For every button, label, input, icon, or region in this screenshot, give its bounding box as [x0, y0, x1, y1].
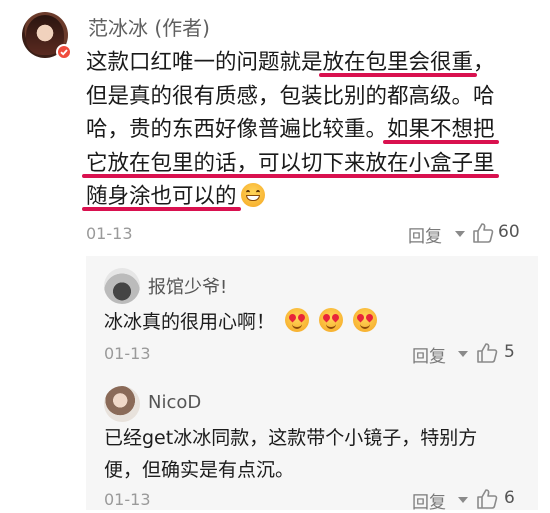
- comment-text-segment: ，: [473, 50, 495, 75]
- highlighted-text: 它放在包里的话，可以切下来放在小盒子里: [86, 150, 495, 176]
- author-name[interactable]: 范冰冰 (作者): [88, 12, 210, 41]
- highlight-underline: [82, 173, 499, 178]
- reply-text: 冰冰真的很用心啊！: [104, 306, 378, 338]
- comment-line: 但是真的很有质感，包装比别的都高级。哈: [86, 80, 538, 114]
- comment-text-segment: 哈，贵的东西好像普遍比较重。: [86, 117, 388, 142]
- comment-meta: 01-13 回复 60: [86, 222, 538, 248]
- like-icon[interactable]: [476, 342, 498, 364]
- highlighted-text: 随身涂也可以的: [86, 184, 237, 209]
- reply-avatar[interactable]: [104, 268, 140, 304]
- comment-text-segment: 但是真的很有质感，包装比别的都高级。哈: [86, 83, 495, 109]
- comment-body: 这款口红唯一的问题就是放在包里会很重， 但是真的很有质感，包装比别的都高级。哈 哈，…: [82, 46, 538, 214]
- verified-badge-icon: [56, 44, 72, 60]
- like-count: 5: [504, 342, 515, 362]
- like-count: 6: [504, 488, 515, 508]
- heart-eyes-emoji-icon: [353, 308, 378, 332]
- highlighted-text: 如果不想把: [387, 117, 495, 142]
- more-options-icon[interactable]: [455, 231, 465, 237]
- like-count: 60: [498, 222, 520, 242]
- comment-text-segment: 这款口红唯一的问题就是: [86, 50, 323, 75]
- grinning-face-emoji-icon: [240, 183, 265, 207]
- reply-date: 01-13: [104, 344, 151, 363]
- reply-button[interactable]: 回复: [412, 342, 446, 367]
- replies-section: 报馆少爷! 冰冰真的很用心啊！ 01-13 回复 5 NicoD 已经get冰冰…: [86, 256, 538, 513]
- heart-eyes-emoji-icon: [319, 308, 344, 332]
- reply-author[interactable]: NicoD: [148, 392, 201, 413]
- more-options-icon[interactable]: [458, 497, 468, 503]
- reply-button[interactable]: 回复: [408, 222, 442, 247]
- reply-author[interactable]: 报馆少爷!: [148, 273, 227, 299]
- reply-avatar[interactable]: [104, 386, 140, 422]
- reply-text: 已经get冰冰同款，这款带个小镜子，特别方 便，但确实是有点沉。: [104, 427, 478, 481]
- highlight-underline: [82, 207, 241, 211]
- reply-button[interactable]: 回复: [412, 488, 446, 513]
- comment-date: 01-13: [86, 224, 133, 243]
- heart-eyes-emoji-icon: [285, 308, 310, 332]
- more-options-icon[interactable]: [458, 351, 468, 357]
- like-icon[interactable]: [476, 488, 498, 510]
- highlight-underline: [318, 73, 478, 77]
- reply-date: 01-13: [104, 490, 151, 509]
- highlighted-text: 放在包里会很重: [322, 50, 474, 75]
- like-icon[interactable]: [472, 222, 494, 244]
- highlight-underline: [383, 140, 499, 144]
